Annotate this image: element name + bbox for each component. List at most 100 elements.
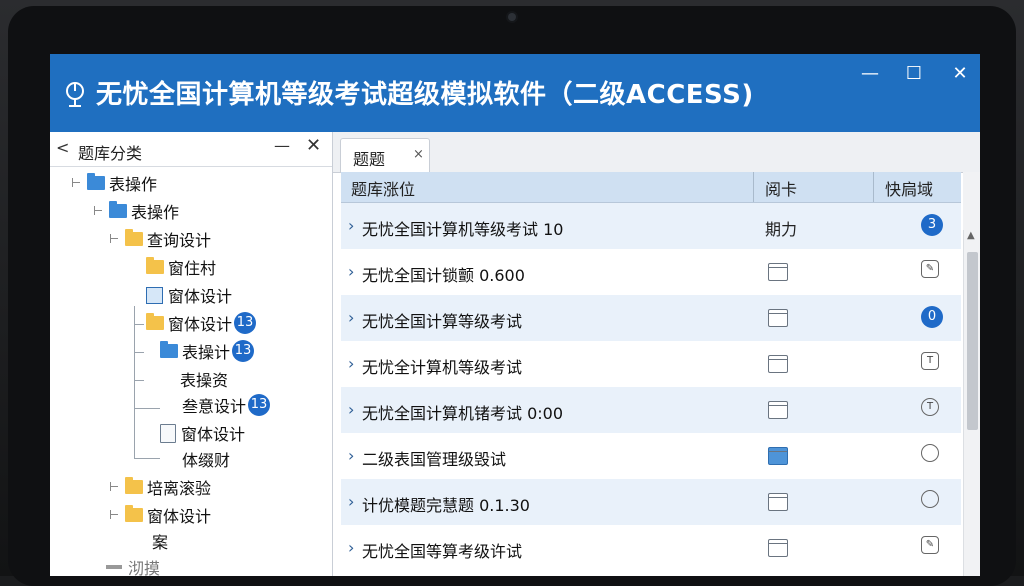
panel-minimize-button[interactable]: — bbox=[274, 136, 290, 155]
tree-connector bbox=[134, 408, 160, 409]
clock-icon[interactable] bbox=[921, 490, 939, 508]
tree-node[interactable]: 窗住村 bbox=[146, 254, 216, 280]
tree-node[interactable]: 表操作 bbox=[94, 198, 179, 224]
folder-icon bbox=[125, 505, 143, 522]
table-row[interactable]: › 计优模题完慧题 0.1.30 bbox=[341, 479, 961, 525]
close-button[interactable]: ✕ bbox=[948, 62, 972, 86]
folder-icon bbox=[160, 341, 178, 358]
column-header-type[interactable]: 阅卡 bbox=[765, 176, 797, 200]
table-row[interactable]: › 无忧全计算机等级考试 T bbox=[341, 341, 961, 387]
file-icon bbox=[768, 309, 788, 327]
column-divider[interactable] bbox=[753, 172, 754, 202]
row-type: 期力 bbox=[765, 220, 798, 239]
category-panel: < 题库分类 — ✕ 表操作 表操作 查询设计 窗住村 窗体设计 窗体设计 13… bbox=[50, 132, 333, 576]
status-count: 3 bbox=[921, 214, 943, 236]
minimize-button[interactable]: — bbox=[858, 62, 882, 86]
tree-node-label: 查询设计 bbox=[147, 231, 212, 250]
tree-node-label: 窗体设计 bbox=[168, 287, 233, 306]
chevron-right-icon[interactable]: › bbox=[348, 400, 354, 419]
title-bar: 无忧全国计算机等级考试超级模拟软件（二级ACCESS) — ☐ ✕ bbox=[50, 54, 980, 132]
tree-connector bbox=[134, 458, 160, 459]
tree-node[interactable]: 表操计 13 bbox=[160, 338, 255, 364]
status-icon bbox=[921, 444, 939, 462]
folder-icon bbox=[109, 201, 127, 218]
collapse-back-icon[interactable]: < bbox=[56, 138, 69, 157]
question-table-body: › 无忧全国计算机等级考试 10 期力 3 › 无忧全国计锁颤 0.600 ✎ … bbox=[341, 203, 961, 576]
column-divider[interactable] bbox=[873, 172, 874, 202]
maximize-button[interactable]: ☐ bbox=[902, 62, 926, 86]
chevron-right-icon[interactable]: › bbox=[348, 446, 354, 465]
table-row[interactable]: › 无忧全国计锁颤 0.600 ✎ bbox=[341, 249, 961, 295]
table-row[interactable]: › 无忧全国等算考级许试 ✎ bbox=[341, 525, 961, 571]
tab-close-icon[interactable]: × bbox=[413, 147, 424, 162]
tree-node[interactable]: 表操资 bbox=[180, 366, 228, 392]
table-row[interactable]: › 无忧全国计算机锗考试 0:00 T bbox=[341, 387, 961, 433]
chevron-right-icon[interactable]: › bbox=[348, 216, 354, 235]
tree-node[interactable]: 查询设计 bbox=[110, 226, 211, 252]
tree-node-label: 窗住村 bbox=[168, 259, 217, 278]
tab-questions[interactable]: 题题 × bbox=[340, 138, 430, 173]
category-panel-title: 题库分类 bbox=[78, 144, 143, 163]
tree-node[interactable]: 窗体设计 13 bbox=[146, 310, 257, 336]
tree-expander-icon[interactable] bbox=[110, 482, 122, 492]
tree-node[interactable]: 表操作 bbox=[72, 170, 157, 196]
file-icon bbox=[768, 263, 788, 281]
tree-expander-icon[interactable] bbox=[110, 234, 122, 244]
file-icon bbox=[768, 401, 788, 419]
status-icon: T bbox=[921, 352, 939, 370]
row-name: 计优模题完慧题 0.1.30 bbox=[362, 496, 530, 515]
tree-connector bbox=[134, 352, 144, 353]
tree-expander-icon[interactable] bbox=[72, 178, 84, 188]
status-icon: ✎ bbox=[921, 260, 939, 278]
tree-node-label: 培离滚验 bbox=[147, 479, 212, 498]
scrollbar-thumb[interactable] bbox=[967, 252, 978, 430]
tree-node-label: 表操计 bbox=[182, 343, 231, 362]
tree-node[interactable]: 窗体设计 bbox=[146, 282, 232, 308]
window-title: 无忧全国计算机等级考试超级模拟软件（二级ACCESS) bbox=[96, 80, 754, 110]
tree-node[interactable]: 案 bbox=[152, 528, 168, 554]
status-icon: ✎ bbox=[921, 536, 939, 554]
folder-icon bbox=[146, 313, 164, 330]
tree-node[interactable]: 窗体设计 bbox=[110, 502, 211, 528]
tree-node[interactable]: 沏摸 bbox=[106, 554, 160, 576]
chevron-right-icon[interactable]: › bbox=[348, 354, 354, 373]
panel-close-button[interactable]: ✕ bbox=[306, 135, 321, 156]
chevron-right-icon[interactable]: › bbox=[348, 308, 354, 327]
tree-connector bbox=[134, 306, 135, 458]
edit-icon[interactable]: ✎ bbox=[921, 536, 939, 554]
table-row[interactable]: › 二级表国管理级毁试 bbox=[341, 433, 961, 479]
vertical-scrollbar[interactable]: ▲ bbox=[963, 230, 980, 576]
tab-label: 题题 bbox=[353, 150, 386, 169]
edit-icon[interactable]: ✎ bbox=[921, 260, 939, 278]
app-logo-icon bbox=[66, 82, 84, 107]
tree-node-label: 体缀财 bbox=[182, 451, 231, 470]
category-panel-header: < 题库分类 — ✕ bbox=[50, 132, 332, 167]
column-header-status[interactable]: 快扃域 bbox=[885, 176, 933, 200]
row-name: 无忧全国计算等级考试 bbox=[362, 312, 523, 331]
row-name: 无忧全国计算机锗考试 0:00 bbox=[362, 404, 564, 423]
tag-icon[interactable]: T bbox=[921, 398, 939, 416]
tree-node[interactable]: 培离滚验 bbox=[110, 474, 211, 500]
tree-connector bbox=[134, 324, 144, 325]
table-row[interactable]: › 无忧全国计算等级考试 0 bbox=[341, 295, 961, 341]
tree-node-label: 窗体设计 bbox=[147, 507, 212, 526]
row-name: 无忧全国计算机等级考试 10 bbox=[362, 220, 564, 239]
row-name: 无忧全国等算考级许试 bbox=[362, 542, 523, 561]
folder-icon bbox=[87, 173, 105, 190]
scroll-up-arrow-icon[interactable]: ▲ bbox=[967, 230, 975, 241]
clock-icon[interactable] bbox=[921, 444, 939, 462]
tree-node[interactable]: 体缀财 bbox=[182, 446, 230, 472]
column-header-name[interactable]: 题库涨位 bbox=[351, 176, 415, 200]
chevron-right-icon[interactable]: › bbox=[348, 262, 354, 281]
category-tree: 表操作 表操作 查询设计 窗住村 窗体设计 窗体设计 13 表操计 13 表操资… bbox=[50, 166, 332, 576]
chevron-right-icon[interactable]: › bbox=[348, 492, 354, 511]
tree-expander-icon[interactable] bbox=[94, 206, 106, 216]
tag-icon[interactable]: T bbox=[921, 352, 939, 370]
tree-node[interactable]: 叁意设计 13 bbox=[182, 392, 271, 418]
count-badge: 13 bbox=[232, 340, 255, 362]
tree-node[interactable]: 窗体设计 bbox=[160, 420, 245, 446]
chevron-right-icon[interactable]: › bbox=[348, 538, 354, 557]
tree-expander-icon[interactable] bbox=[110, 510, 122, 520]
table-row[interactable]: › 无忧全国计算机等级考试 10 期力 3 bbox=[341, 203, 961, 249]
status-count: 0 bbox=[921, 306, 943, 328]
